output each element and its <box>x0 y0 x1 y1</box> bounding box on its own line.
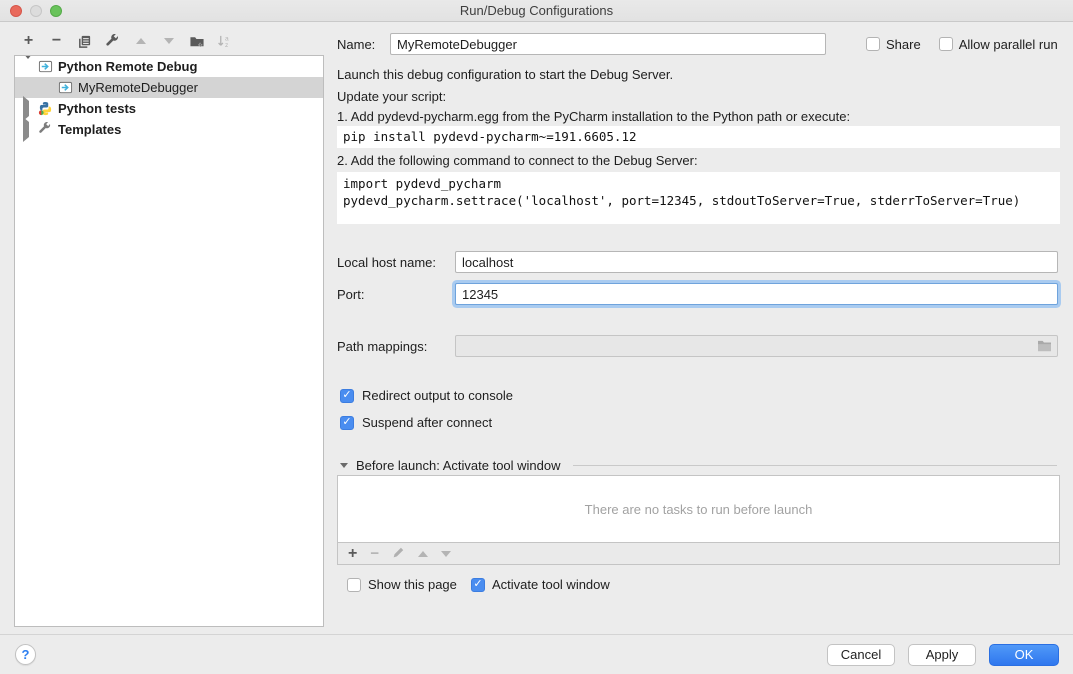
suspend-after-connect-checkbox[interactable]: ✓ <box>340 416 354 430</box>
tree-item-python-remote-debug[interactable]: Python Remote Debug <box>15 56 323 77</box>
redirect-output-label: Redirect output to console <box>362 388 513 403</box>
pip-install-code: pip install pydevd-pycharm~=191.6605.12 <box>337 126 1060 148</box>
move-task-down-icon <box>441 551 451 557</box>
instruction-line-1: Launch this debug configuration to start… <box>337 67 673 82</box>
edit-templates-wrench-icon[interactable] <box>104 33 121 50</box>
collapse-section-icon[interactable] <box>340 463 348 468</box>
tree-item-myremotedebugger[interactable]: MyRemoteDebugger <box>15 77 323 98</box>
allow-parallel-run-label: Allow parallel run <box>959 37 1058 52</box>
local-host-input[interactable] <box>455 251 1058 273</box>
remove-configuration-icon[interactable]: − <box>48 33 65 50</box>
path-mappings-row: Path mappings: <box>337 335 1060 357</box>
activate-tool-window-checkbox[interactable]: ✓ <box>471 578 485 592</box>
configurations-tree: Python Remote Debug MyRemoteDebugger Pyt… <box>14 55 324 627</box>
browse-folder-icon[interactable] <box>1037 339 1052 352</box>
move-down-icon <box>160 33 177 50</box>
window-controls <box>10 5 62 17</box>
add-task-icon[interactable]: + <box>348 546 357 562</box>
add-configuration-icon[interactable]: + <box>20 33 37 50</box>
local-host-row: Local host name: <box>337 251 1060 273</box>
chevron-down-icon[interactable] <box>23 59 34 74</box>
python-tests-icon <box>38 101 53 116</box>
instruction-step-1: 1. Add pydevd-pycharm.egg from the PyCha… <box>337 109 850 124</box>
instruction-step-2: 2. Add the following command to connect … <box>337 153 698 168</box>
copy-configuration-icon[interactable] <box>76 33 93 50</box>
share-checkbox[interactable] <box>866 37 880 51</box>
help-button[interactable]: ? <box>15 644 36 665</box>
ok-button[interactable]: OK <box>989 644 1059 666</box>
show-this-page-checkbox[interactable] <box>347 578 361 592</box>
before-launch-title: Before launch: Activate tool window <box>356 458 561 473</box>
allow-parallel-run-group[interactable]: Allow parallel run <box>939 37 1058 52</box>
suspend-after-connect-row[interactable]: ✓ Suspend after connect <box>340 415 492 430</box>
chevron-right-icon[interactable] <box>23 101 34 116</box>
move-up-icon <box>132 33 149 50</box>
tree-item-label: MyRemoteDebugger <box>78 80 198 95</box>
remote-debug-config-icon <box>58 80 73 95</box>
code-line: import pydevd_pycharm <box>343 176 501 191</box>
tree-item-label: Python Remote Debug <box>58 59 197 74</box>
svg-text:z: z <box>225 42 228 49</box>
configuration-editor: Name: Share Allow parallel run Launch th… <box>337 22 1060 634</box>
name-label: Name: <box>337 37 390 52</box>
name-row: Name: Share Allow parallel run <box>337 33 1060 55</box>
templates-wrench-icon <box>38 122 53 137</box>
local-host-label: Local host name: <box>337 255 455 270</box>
title-bar: Run/Debug Configurations <box>0 0 1073 22</box>
redirect-output-row[interactable]: ✓ Redirect output to console <box>340 388 513 403</box>
dialog-footer: ? Cancel Apply OK <box>0 634 1073 674</box>
configurations-sidebar: + − az Python Remote Debug <box>0 22 330 634</box>
activate-tool-window-row[interactable]: ✓ Activate tool window <box>471 577 610 592</box>
instruction-line-2: Update your script: <box>337 89 446 104</box>
new-folder-icon[interactable] <box>188 33 205 50</box>
name-input[interactable] <box>390 33 826 55</box>
show-this-page-row[interactable]: Show this page <box>347 577 457 592</box>
section-divider <box>573 465 1057 466</box>
suspend-after-connect-label: Suspend after connect <box>362 415 492 430</box>
before-launch-tasks-panel: There are no tasks to run before launch … <box>337 475 1060 565</box>
code-line: pydevd_pycharm.settrace('localhost', por… <box>343 193 1020 208</box>
tree-item-templates[interactable]: Templates <box>15 119 323 140</box>
settrace-code: import pydevd_pycharm pydevd_pycharm.set… <box>337 172 1060 224</box>
before-launch-header[interactable]: Before launch: Activate tool window <box>340 458 1057 473</box>
tree-item-label: Python tests <box>58 101 136 116</box>
port-row: Port: <box>337 283 1060 305</box>
move-task-up-icon <box>418 551 428 557</box>
path-mappings-label: Path mappings: <box>337 339 455 354</box>
apply-button[interactable]: Apply <box>908 644 976 666</box>
close-window-button[interactable] <box>10 5 22 17</box>
sort-configurations-icon: az <box>216 33 233 50</box>
path-mappings-input <box>455 335 1058 357</box>
sidebar-toolbar: + − az <box>20 32 233 50</box>
tasks-toolbar: + − <box>338 542 1059 564</box>
allow-parallel-run-checkbox[interactable] <box>939 37 953 51</box>
window-title: Run/Debug Configurations <box>460 3 613 18</box>
port-input[interactable] <box>455 283 1058 305</box>
port-label: Port: <box>337 287 455 302</box>
activate-tool-window-label: Activate tool window <box>492 577 610 592</box>
show-this-page-label: Show this page <box>368 577 457 592</box>
tasks-empty-message: There are no tasks to run before launch <box>338 476 1059 542</box>
zoom-window-button[interactable] <box>50 5 62 17</box>
cancel-button[interactable]: Cancel <box>827 644 895 666</box>
share-label: Share <box>886 37 921 52</box>
chevron-right-icon[interactable] <box>23 122 34 137</box>
share-checkbox-group[interactable]: Share <box>866 37 921 52</box>
edit-task-pencil-icon <box>392 546 405 562</box>
tree-item-python-tests[interactable]: Python tests <box>15 98 323 119</box>
tree-item-label: Templates <box>58 122 121 137</box>
remote-debug-config-icon <box>38 59 53 74</box>
minimize-window-button <box>30 5 42 17</box>
remove-task-icon: − <box>370 546 379 561</box>
redirect-output-checkbox[interactable]: ✓ <box>340 389 354 403</box>
